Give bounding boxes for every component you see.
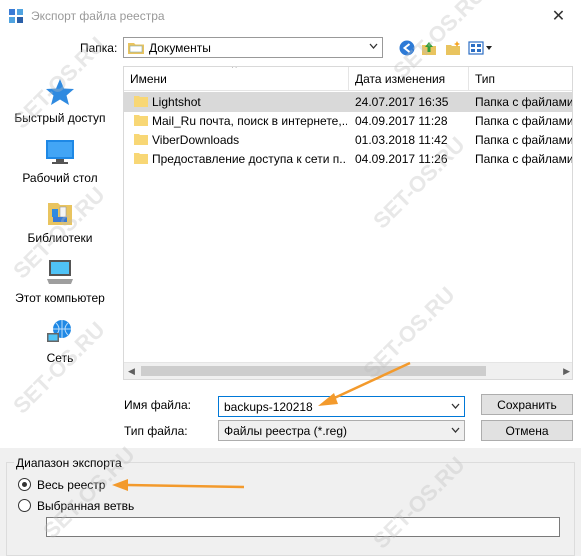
horizontal-scrollbar[interactable]: ◀ ▶: [124, 362, 572, 379]
filetype-label: Тип файла:: [124, 424, 188, 438]
radio-whole-registry[interactable]: [18, 478, 31, 491]
radio-selected-branch[interactable]: [18, 499, 31, 512]
computer-icon: [47, 260, 73, 284]
list-item[interactable]: Lightshot 24.07.2017 16:35 Папка с файла…: [124, 92, 572, 112]
folder-label: Папка:: [80, 41, 118, 55]
radio-label-whole-registry[interactable]: Весь реестр: [37, 478, 105, 492]
up-folder-icon[interactable]: [421, 40, 437, 56]
folder-icon: [134, 115, 148, 126]
chevron-down-icon[interactable]: [451, 403, 460, 410]
network-icon: [47, 320, 71, 342]
nav-label-this-pc: Этот компьютер: [15, 291, 105, 305]
new-folder-icon[interactable]: [445, 40, 461, 56]
desktop-icon: [46, 140, 74, 164]
nav-label-network: Сеть: [46, 351, 74, 365]
branch-input[interactable]: [46, 517, 560, 537]
nav-label-quick-access: Быстрый доступ: [14, 111, 106, 125]
nav-this-pc[interactable]: Этот компьютер: [0, 257, 120, 305]
nav-network[interactable]: Сеть: [0, 317, 120, 365]
list-item[interactable]: Предоставление доступа к сети п... 04.09…: [124, 149, 572, 169]
title-bar: Экспорт файла реестра ✕: [0, 0, 581, 32]
column-date[interactable]: Дата изменения: [349, 67, 469, 91]
folder-icon: [134, 153, 148, 164]
nav-quick-access[interactable]: Быстрый доступ: [0, 77, 120, 125]
column-type[interactable]: Тип: [469, 67, 572, 91]
view-menu-icon[interactable]: [468, 40, 493, 56]
close-icon: ✕: [551, 7, 566, 25]
column-name[interactable]: Имени: [124, 67, 349, 91]
file-list: ^ Имени Дата изменения Тип Lightshot 24.…: [123, 66, 573, 380]
cancel-button[interactable]: Отмена: [481, 420, 573, 441]
back-icon[interactable]: [399, 40, 415, 56]
close-button[interactable]: ✕: [536, 0, 581, 31]
folder-icon: [134, 96, 148, 107]
export-range-title: Диапазон экспорта: [14, 456, 124, 470]
nav-desktop[interactable]: Рабочий стол: [0, 137, 120, 185]
list-item[interactable]: ViberDownloads 01.03.2018 11:42 Папка с …: [124, 130, 572, 150]
navigation-pane: Быстрый доступ Рабочий стол Библиотеки Э…: [0, 65, 120, 365]
chevron-down-icon: [451, 427, 460, 433]
scroll-right-icon[interactable]: ▶: [563, 366, 570, 377]
filename-value: backups-120218: [224, 400, 313, 414]
save-button[interactable]: Сохранить: [481, 394, 573, 415]
window-title: Экспорт файла реестра: [31, 9, 165, 23]
list-header: ^ Имени Дата изменения Тип: [124, 67, 572, 91]
scroll-left-icon[interactable]: ◀: [128, 366, 135, 377]
filename-label: Имя файла:: [124, 398, 191, 412]
folder-icon: [134, 134, 148, 145]
filename-input[interactable]: backups-120218: [218, 396, 465, 417]
libraries-icon: [48, 203, 72, 225]
folder-value: Документы: [149, 41, 211, 55]
registry-editor-icon: [9, 9, 23, 23]
nav-libraries[interactable]: Библиотеки: [0, 197, 120, 245]
list-item[interactable]: Mail_Ru почта, поиск в интернете,... 04.…: [124, 111, 572, 131]
chevron-down-icon: [369, 43, 378, 49]
folder-select[interactable]: Документы: [123, 37, 383, 58]
nav-label-desktop: Рабочий стол: [22, 171, 98, 185]
star-icon: [46, 79, 74, 105]
nav-label-libraries: Библиотеки: [27, 231, 93, 245]
radio-label-selected-branch[interactable]: Выбранная ветвь: [37, 499, 134, 513]
scrollbar-thumb[interactable]: [141, 366, 486, 376]
filetype-select[interactable]: Файлы реестра (*.reg): [218, 420, 465, 441]
filetype-value: Файлы реестра (*.reg): [224, 424, 347, 438]
documents-folder-icon: [128, 43, 144, 54]
